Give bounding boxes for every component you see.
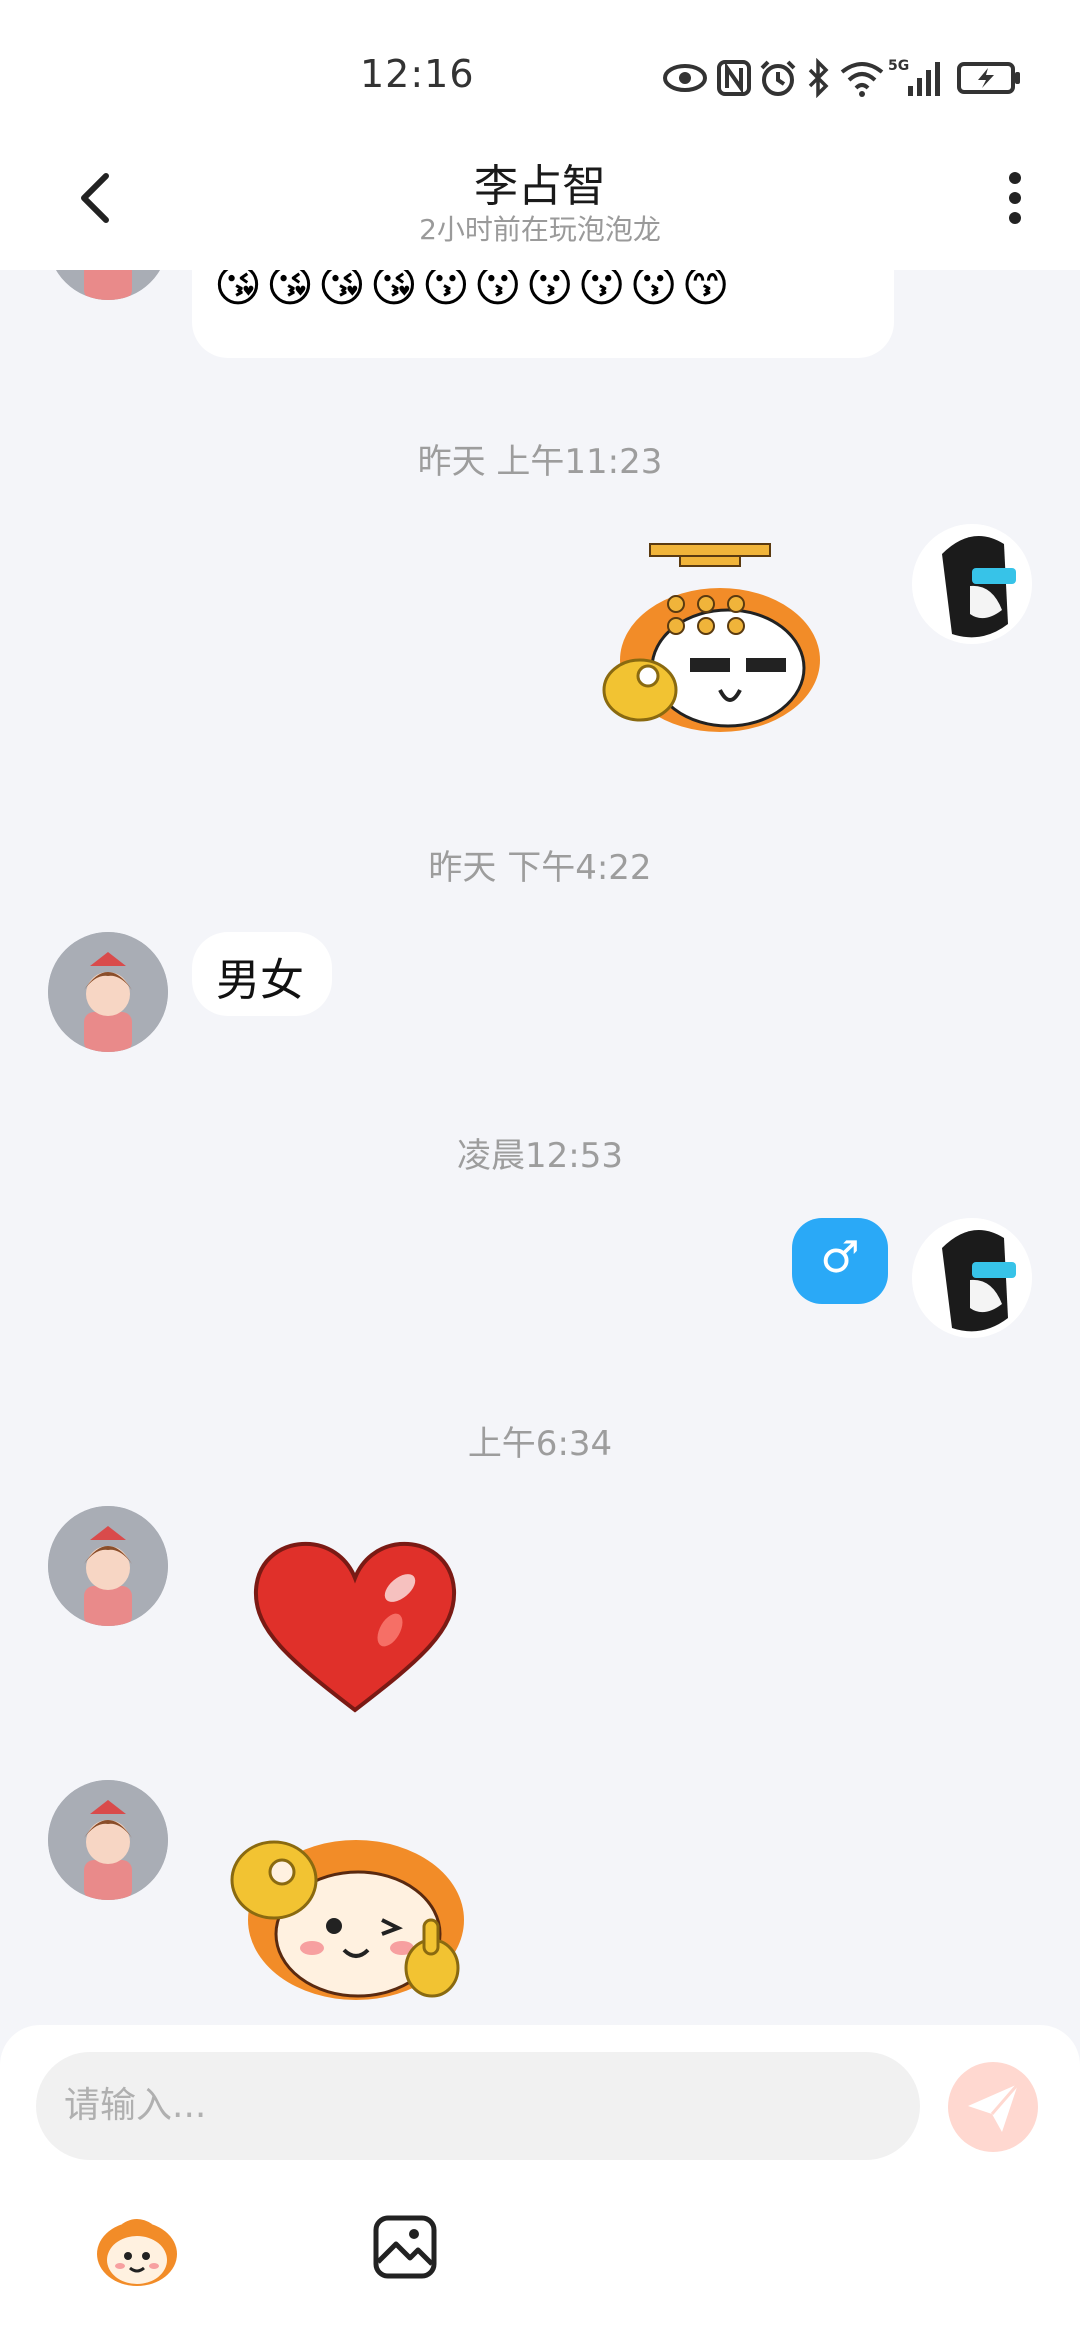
girl-avatar-icon [48,1780,168,1900]
message-input[interactable]: 请输入... [36,2052,920,2160]
signal-5g-icon [908,62,940,96]
boy-avatar-icon [912,524,1032,644]
sent-message-bubble[interactable]: ♂ [792,1218,888,1304]
message-text: ♂ [820,1232,860,1283]
nfc-icon [717,60,751,96]
chat-area[interactable]: 😉😉😉😉😉😉😘😘😘😘😘 😘😘😘😘😗😗😗😗😗😙 昨天 上午11:23 [0,270,1080,2025]
battery-charging-icon [957,62,1020,94]
avatar[interactable] [48,1506,168,1626]
wifi-icon [840,62,884,97]
emoji-row: 😘😘😘😘😗😗😗😗😗😙 [214,270,734,312]
avatar[interactable] [48,932,168,1052]
timestamp: 上午6:34 [467,1424,613,1464]
message-text: 男女 [216,955,304,1006]
avatar[interactable] [48,270,168,300]
image-icon[interactable] [372,2214,438,2280]
contact-status: 2小时前在玩泡泡龙 [419,213,661,246]
girl-avatar-icon [48,1506,168,1626]
more-vertical-icon[interactable] [1000,168,1030,228]
bluetooth-icon [808,58,829,98]
text-message-bubble[interactable]: 男女 [192,932,332,1016]
timestamp: 昨天 上午11:23 [417,442,663,482]
heart-sticker[interactable] [250,1540,460,1720]
contact-name: 李占智 [474,161,606,212]
avatar[interactable] [912,524,1032,644]
girl-avatar-icon [48,932,168,1052]
monkey-ok-sticker[interactable] [590,540,840,750]
alarm-icon [760,60,796,96]
avatar[interactable] [48,1780,168,1900]
send-icon [968,2083,1020,2132]
timestamp: 昨天 下午4:22 [428,848,652,888]
send-button[interactable] [948,2062,1038,2152]
avatar[interactable] [912,1218,1032,1338]
sticker-icon[interactable] [92,2210,182,2290]
boy-avatar-icon [912,1218,1032,1338]
status-time: 12:16 [360,52,475,96]
eye-icon [663,64,707,92]
timestamp: 凌晨12:53 [457,1136,623,1176]
emoji-message-bubble[interactable]: 😉😉😉😉😉😉😘😘😘😘😘 😘😘😘😘😗😗😗😗😗😙 [192,270,894,358]
girl-avatar-icon [56,270,160,300]
monkey-wink-sticker[interactable] [226,1800,482,2010]
